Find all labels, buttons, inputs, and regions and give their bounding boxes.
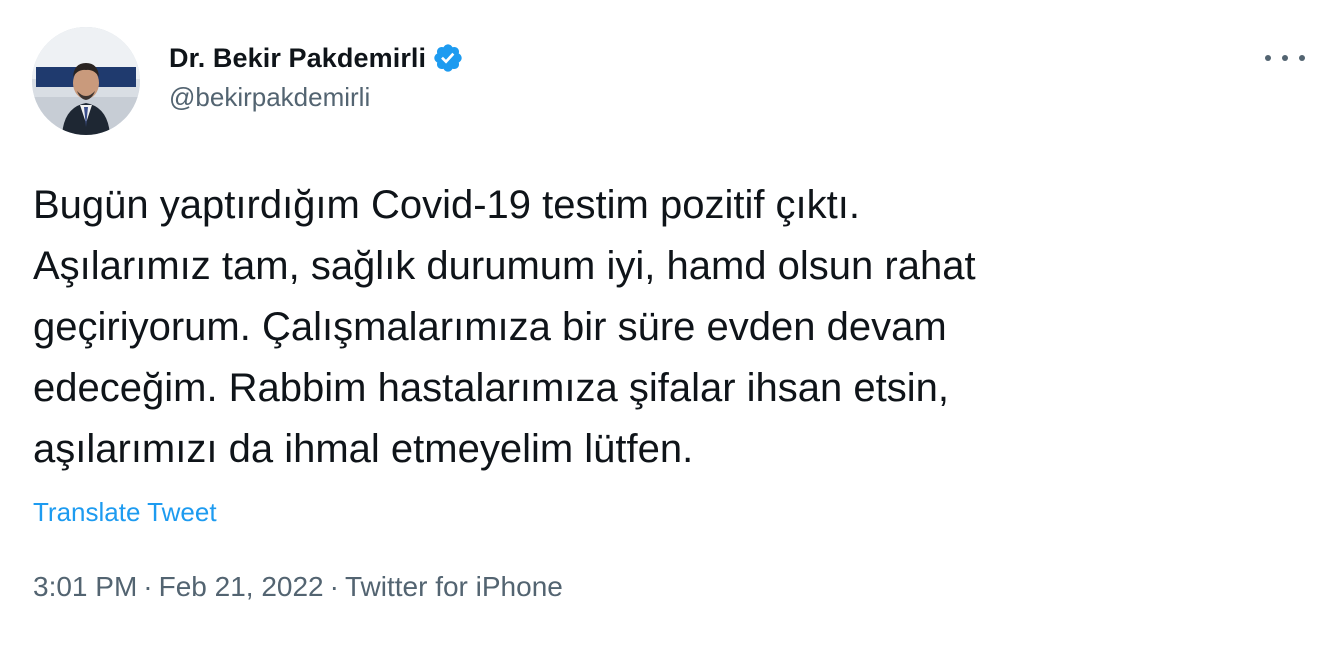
meta-separator: · bbox=[143, 571, 153, 602]
more-horizontal-icon bbox=[1282, 55, 1288, 61]
more-horizontal-icon bbox=[1265, 55, 1271, 61]
more-horizontal-icon bbox=[1299, 55, 1305, 61]
tweet-text-line: Bugün yaptırdığım Covid-19 testim poziti… bbox=[33, 183, 861, 227]
tweet-time-link[interactable]: 3:01 PM bbox=[33, 571, 137, 602]
tweet-text-line: aşılarımızı da ihmal etmeyelim lütfen. bbox=[33, 427, 694, 471]
author-name-row: Dr. Bekir Pakdemirli bbox=[169, 38, 464, 78]
tweet-source-link[interactable]: Twitter for iPhone bbox=[345, 571, 563, 602]
avatar-photo bbox=[32, 27, 140, 135]
verified-badge-icon bbox=[432, 42, 464, 74]
tweet-text: Bugün yaptırdığım Covid-19 testim poziti… bbox=[33, 175, 1303, 480]
handle[interactable]: @bekirpakdemirli bbox=[169, 82, 464, 113]
tweet-text-line: Aşılarımız tam, sağlık durumum iyi, hamd… bbox=[33, 244, 976, 288]
display-name[interactable]: Dr. Bekir Pakdemirli bbox=[169, 43, 426, 74]
avatar[interactable] bbox=[32, 27, 140, 135]
tweet-text-line: edeceğim. Rabbim hastalarımıza şifalar i… bbox=[33, 366, 949, 410]
meta-separator: · bbox=[329, 571, 339, 602]
more-options-button[interactable] bbox=[1265, 44, 1305, 72]
tweet-card: Dr. Bekir Pakdemirli @bekirpakdemirli Bu… bbox=[0, 0, 1341, 648]
tweet-text-line: geçiriyorum. Çalışmalarımıza bir süre ev… bbox=[33, 305, 947, 349]
author-info: Dr. Bekir Pakdemirli @bekirpakdemirli bbox=[169, 38, 464, 113]
tweet-metadata: 3:01 PM · Feb 21, 2022 · Twitter for iPhone bbox=[33, 571, 563, 603]
translate-tweet-link[interactable]: Translate Tweet bbox=[33, 497, 217, 528]
tweet-date-link[interactable]: Feb 21, 2022 bbox=[159, 571, 324, 602]
